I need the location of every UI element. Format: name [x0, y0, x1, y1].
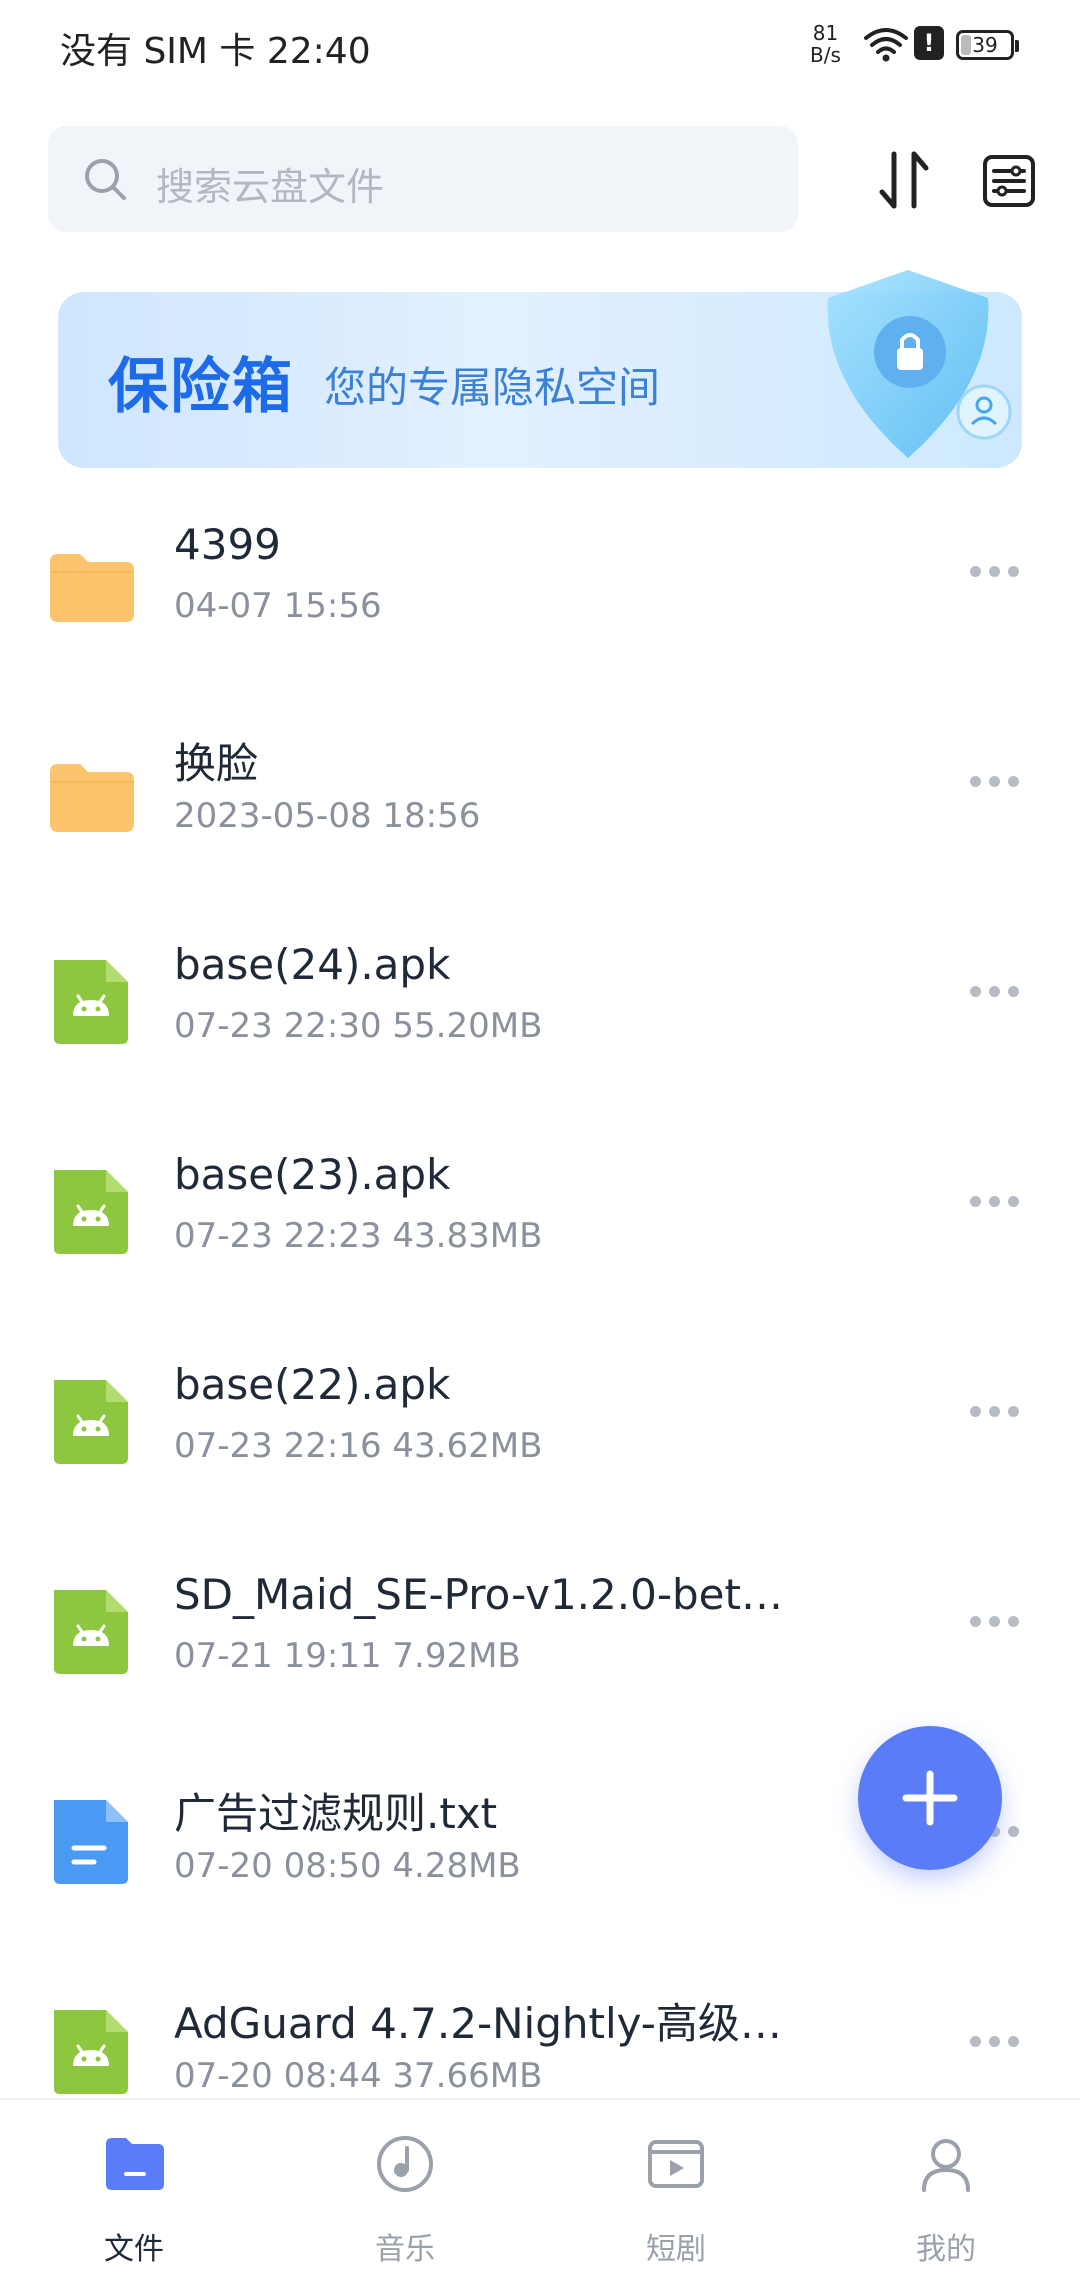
network-speed-unit: B/s [810, 43, 841, 67]
sort-icon[interactable] [874, 148, 936, 212]
person-icon [922, 2139, 970, 2192]
file-row[interactable]: 4399 04-07 15:56 [0, 498, 1080, 708]
apk-file-icon [48, 956, 134, 1046]
battery-level: 39 [972, 33, 998, 57]
network-speed-value: 81 [812, 21, 839, 45]
file-name: 换脸 [174, 739, 259, 788]
text-file-icon [48, 1796, 134, 1886]
filter-icon[interactable] [982, 154, 1036, 208]
battery-fill [961, 35, 971, 55]
file-name: 广告过滤规则.txt [174, 1789, 498, 1838]
bottom-navigation: 文件 音乐 短剧 我的 [0, 2098, 1080, 2280]
music-icon [377, 2136, 433, 2192]
file-meta: 04-07 15:56 [174, 586, 382, 626]
search-placeholder: 搜索云盘文件 [156, 165, 385, 209]
more-options-icon[interactable] [970, 2032, 1030, 2052]
alert-icon: ! [914, 26, 944, 60]
banner-title: 保险箱 [108, 352, 294, 422]
safe-box-banner[interactable]: 保险箱 您的专属隐私空间 [58, 270, 1022, 468]
file-name: base(23).apk [174, 1150, 451, 1199]
nav-files-label: 文件 [104, 2232, 164, 2267]
nav-music[interactable]: 音乐 [305, 2100, 505, 2282]
add-button[interactable] [858, 1726, 1002, 1870]
folder-icon [48, 746, 134, 836]
nav-music-label: 音乐 [375, 2232, 435, 2267]
video-icon [648, 2140, 704, 2188]
more-options-icon[interactable] [970, 1192, 1030, 1212]
more-options-icon[interactable] [970, 1612, 1030, 1632]
plus-icon [902, 1770, 958, 1826]
more-options-icon[interactable] [970, 772, 1030, 792]
nav-shorts-label: 短剧 [646, 2232, 706, 2267]
apk-file-icon [48, 1376, 134, 1466]
file-name: base(22).apk [174, 1360, 451, 1409]
nav-me-label: 我的 [916, 2232, 976, 2267]
shield-lock-icon [827, 270, 1012, 458]
search-icon [85, 159, 126, 200]
more-options-icon[interactable] [970, 1402, 1030, 1422]
file-meta: 07-23 22:23 43.83MB [174, 1216, 543, 1256]
file-meta: 07-23 22:30 55.20MB [174, 1006, 543, 1046]
more-options-icon[interactable] [970, 562, 1030, 582]
banner-subtitle: 您的专属隐私空间 [324, 363, 661, 412]
nav-me[interactable]: 我的 [846, 2100, 1046, 2282]
file-row[interactable]: 换脸 2023-05-08 18:56 [0, 708, 1080, 918]
nav-shorts[interactable]: 短剧 [576, 2100, 776, 2282]
file-meta: 07-20 08:50 4.28MB [174, 1846, 521, 1886]
apk-file-icon [48, 1586, 134, 1676]
apk-file-icon [48, 2006, 134, 2096]
file-row[interactable]: base(23).apk 07-23 22:23 43.83MB [0, 1128, 1080, 1338]
wifi-icon [864, 28, 908, 62]
file-meta: 07-21 19:11 7.92MB [174, 1636, 521, 1676]
file-meta: 07-20 08:44 37.66MB [174, 2056, 543, 2096]
file-name: AdGuard 4.7.2-Nightly-高级… [174, 1999, 782, 2048]
file-name: base(24).apk [174, 940, 451, 989]
folder-nav-icon [106, 2138, 164, 2190]
apk-file-icon [48, 1166, 134, 1256]
status-bar: 没有 SIM 卡 22:40 81 B/s ! 39 [0, 0, 1080, 96]
search-input[interactable]: 搜索云盘文件 [48, 126, 798, 232]
network-speed: 81 B/s [810, 22, 841, 66]
file-row[interactable]: base(22).apk 07-23 22:16 43.62MB [0, 1338, 1080, 1548]
battery-icon: 39 [956, 30, 1019, 60]
file-meta: 2023-05-08 18:56 [174, 796, 481, 836]
file-name: SD_Maid_SE-Pro-v1.2.0-bet… [174, 1570, 783, 1619]
file-meta: 07-23 22:16 43.62MB [174, 1426, 543, 1466]
file-name: 4399 [174, 520, 281, 569]
nav-files[interactable]: 文件 [34, 2100, 234, 2282]
folder-icon [48, 536, 134, 626]
more-options-icon[interactable] [970, 982, 1030, 1002]
carrier-time: 没有 SIM 卡 22:40 [60, 31, 371, 72]
file-row[interactable]: base(24).apk 07-23 22:30 55.20MB [0, 918, 1080, 1128]
